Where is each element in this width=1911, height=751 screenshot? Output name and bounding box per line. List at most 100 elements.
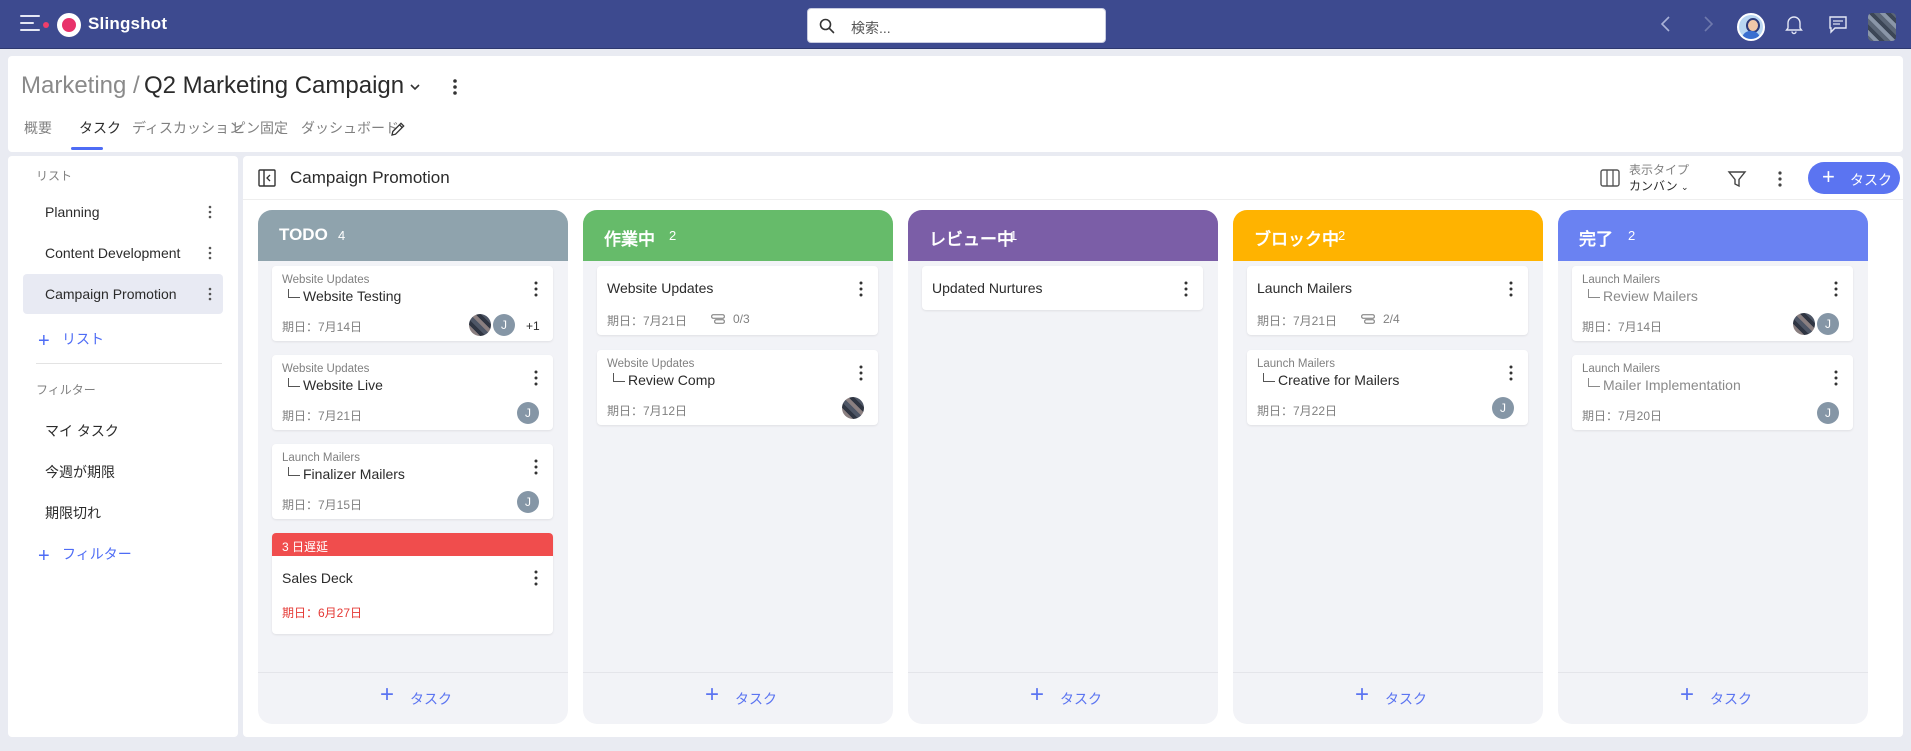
app-name: Slingshot [88,14,168,33]
more-vertical-icon[interactable] [1833,280,1839,298]
task-card[interactable]: Website Updates 期日：7月21日 0/3 [597,266,878,335]
card-parent: Website Updates [282,274,370,286]
collapse-sidebar-icon[interactable] [257,168,277,188]
card-title-text: Review Comp [628,372,716,388]
more-vertical-icon[interactable] [446,76,464,98]
plus-icon: + [1030,681,1045,708]
column-header: レビュー中 1 [908,210,1218,261]
project-header: Marketing / Q2 Marketing Campaign 概要 タスク… [8,56,1903,152]
sidebar-item-campaign-promotion[interactable]: Campaign Promotion [23,274,223,314]
chevron-down-icon[interactable] [408,80,422,94]
breadcrumb-parent[interactable]: Marketing [21,72,126,100]
sidebar-item-planning[interactable]: Planning [23,192,223,232]
card-due-date: 期日：7月21日 [607,314,688,328]
add-task-label: タスク [1710,691,1752,707]
card-due-date: 期日：7月15日 [282,498,363,512]
add-task-button[interactable]: + タスク [1558,672,1868,724]
pencil-icon[interactable] [389,120,407,138]
back-arrow-icon[interactable] [1655,13,1677,35]
card-parent: Launch Mailers [282,452,360,464]
add-filter-button[interactable]: + フィルター [38,544,132,568]
chat-icon[interactable] [1827,13,1849,35]
card-title-text: Mailer Implementation [1603,377,1741,393]
task-card[interactable]: Launch Mailers Creative for Mailers 期日：7… [1247,350,1528,425]
column-header: 作業中 2 [583,210,893,261]
task-card[interactable]: Launch Mailers Review Mailers 期日：7月14日 J [1572,266,1853,341]
filter-overdue[interactable]: 期限切れ [45,503,101,523]
plus-icon: + [380,681,395,708]
user-avatar[interactable] [1737,13,1765,41]
bell-icon[interactable] [1783,13,1805,35]
forward-arrow-icon[interactable] [1697,13,1719,35]
sidebar-item-content-development[interactable]: Content Development [23,233,223,273]
card-title: Sales Deck [282,570,353,586]
card-title: Review Mailers [1582,288,1698,304]
more-assignees: +1 [526,319,540,333]
add-task-label: タスク [1060,691,1102,707]
card-title: Launch Mailers [1257,280,1352,296]
assignee-avatar: J [493,314,515,336]
add-list-button[interactable]: + リスト [38,329,104,353]
add-task-button[interactable]: + タスク [1808,162,1900,194]
tab-overview[interactable]: 概要 [24,118,52,138]
subtask-branch-icon [1588,289,1600,298]
tab-discussion[interactable]: ディスカッション [132,118,243,138]
more-vertical-icon[interactable] [1833,369,1839,387]
more-vertical-icon[interactable] [533,369,539,387]
filter-icon[interactable] [1726,168,1748,190]
more-vertical-icon[interactable] [858,280,864,298]
more-vertical-icon[interactable] [1508,364,1514,382]
task-card[interactable]: Website Updates Website Live 期日：7月21日 J [272,355,553,430]
task-card[interactable]: Website Updates Website Testing 期日：7月14日… [272,266,553,341]
column-count: 2 [1338,228,1346,243]
plus-icon: + [705,681,720,708]
add-task-label: タスク [410,691,452,707]
tab-tasks[interactable]: タスク [79,118,121,138]
more-vertical-icon[interactable] [858,364,864,382]
card-title: Review Comp [607,372,715,388]
more-vertical-icon[interactable] [533,569,539,587]
more-vertical-icon[interactable] [533,280,539,298]
add-task-button[interactable]: + タスク [908,672,1218,724]
more-vertical-icon[interactable] [533,458,539,476]
tab-pinned[interactable]: ピン固定 [232,118,288,138]
workspace-avatar[interactable] [1868,13,1896,41]
card-due-date: 期日：7月21日 [1257,314,1338,328]
card-title-text: Creative for Mailers [1278,372,1400,388]
card-title: Updated Nurtures [932,280,1043,296]
column-header: TODO 4 [258,210,568,261]
add-task-button[interactable]: + タスク [583,672,893,724]
search-input[interactable]: 検索... [807,8,1106,43]
task-card[interactable]: Website Updates Review Comp 期日：7月12日 [597,350,878,425]
column-name: ブロック中 [1254,230,1339,249]
page-title: Q2 Marketing Campaign [144,72,405,99]
task-card[interactable]: 3 日遅延 Sales Deck 期日：6月27日 [272,533,553,634]
card-due-date: 期日：7月21日 [282,409,363,423]
add-task-button[interactable]: + タスク [258,672,568,724]
add-task-button[interactable]: + タスク [1233,672,1543,724]
checklist-icon [1361,314,1375,324]
card-parent: Launch Mailers [1582,363,1660,375]
card-title-text: Sales Deck [282,570,353,586]
more-vertical-icon[interactable] [1183,280,1189,298]
card-title: Finalizer Mailers [282,466,405,482]
column-header: 完了 2 [1558,210,1868,261]
task-card[interactable]: Launch Mailers Mailer Implementation 期日：… [1572,355,1853,430]
card-title-text: Launch Mailers [1257,280,1352,296]
column-name: 完了 [1579,230,1613,249]
filter-due-this-week[interactable]: 今週が期限 [45,462,115,482]
more-vertical-icon[interactable] [1508,280,1514,298]
filter-my-tasks[interactable]: マイ タスク [45,421,119,441]
more-vertical-icon[interactable] [207,286,213,302]
more-vertical-icon[interactable] [207,245,213,261]
task-card[interactable]: Updated Nurtures [922,266,1203,310]
more-vertical-icon[interactable] [1775,168,1785,190]
view-type-select[interactable]: カンバン ⌄ [1629,177,1689,194]
task-card[interactable]: Launch Mailers 期日：7月21日 2/4 [1247,266,1528,335]
more-vertical-icon[interactable] [207,204,213,220]
menu-icon[interactable] [20,15,40,31]
columns-icon[interactable] [1599,167,1621,189]
board-title: Campaign Promotion [290,168,450,187]
tab-dashboard[interactable]: ダッシュボード [301,118,399,138]
task-card[interactable]: Launch Mailers Finalizer Mailers 期日：7月15… [272,444,553,519]
